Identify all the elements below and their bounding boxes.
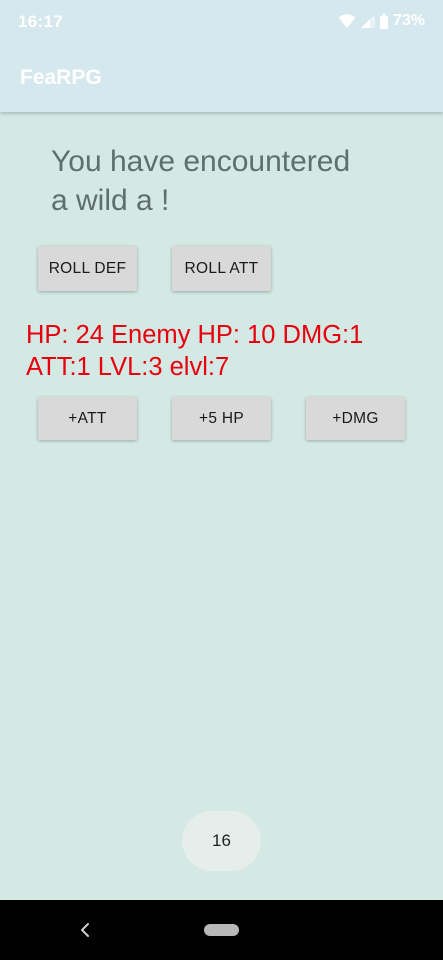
back-icon[interactable] xyxy=(78,921,92,944)
add-hp-button[interactable]: +5 HP xyxy=(172,397,271,440)
status-time: 16:17 xyxy=(18,12,63,31)
status-bar: 16:17 73% xyxy=(0,0,443,44)
app-title: FeaRPG xyxy=(20,66,102,89)
stats-line1: HP: 24 Enemy HP: 10 DMG:1 xyxy=(26,321,364,349)
wifi-icon xyxy=(338,14,356,28)
encounter-message: You have encountered a wild a ! xyxy=(51,142,411,220)
encounter-message-line2: a wild a ! xyxy=(51,184,170,217)
home-icon[interactable] xyxy=(204,924,239,936)
roll-def-button[interactable]: ROLL DEF xyxy=(38,246,137,291)
status-icons: 73% xyxy=(338,11,425,31)
app-bar: FeaRPG xyxy=(0,44,443,112)
battery-icon xyxy=(379,13,388,29)
counter-button[interactable]: 16 xyxy=(182,811,261,871)
signal-icon xyxy=(360,14,375,28)
encounter-message-line1: You have encountered xyxy=(51,145,351,178)
add-att-button[interactable]: +ATT xyxy=(38,397,137,440)
stats-line2: ATT:1 LVL:3 elvl:7 xyxy=(26,353,230,381)
add-dmg-button[interactable]: +DMG xyxy=(306,397,405,440)
roll-att-button[interactable]: ROLL ATT xyxy=(172,246,271,291)
stats-text: HP: 24 Enemy HP: 10 DMG:1 ATT:1 LVL:3 el… xyxy=(26,319,436,383)
battery-percent: 73% xyxy=(392,12,425,29)
